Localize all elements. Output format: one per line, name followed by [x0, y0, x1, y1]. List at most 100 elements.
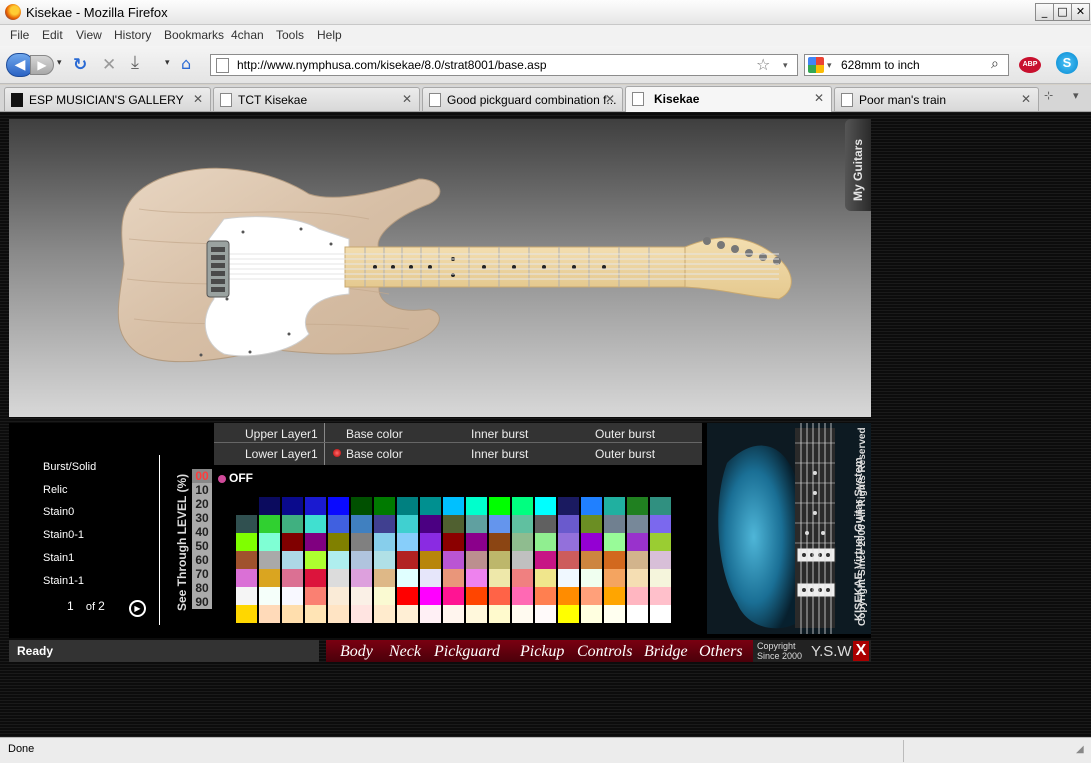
- color-swatch[interactable]: [328, 515, 349, 533]
- finish-stain1-1[interactable]: Stain1-1: [43, 575, 84, 587]
- resize-grip-icon[interactable]: ◢: [1076, 744, 1084, 755]
- google-icon[interactable]: [808, 57, 824, 73]
- level-10[interactable]: 10: [192, 483, 212, 497]
- download-icon[interactable]: ⤓: [131, 52, 139, 73]
- close-window-button[interactable]: ✕: [1071, 3, 1090, 21]
- search-bar[interactable]: ▾ 628mm to inch ⌕: [804, 54, 1009, 76]
- color-swatch[interactable]: [236, 551, 257, 569]
- color-swatch[interactable]: [627, 533, 648, 551]
- color-swatch[interactable]: [420, 587, 441, 605]
- color-swatch[interactable]: [259, 533, 280, 551]
- color-swatch[interactable]: [489, 533, 510, 551]
- color-swatch[interactable]: [305, 587, 326, 605]
- color-swatch[interactable]: [650, 533, 671, 551]
- finish-stain0-1[interactable]: Stain0-1: [43, 529, 84, 541]
- color-swatch[interactable]: [535, 605, 556, 623]
- color-swatch[interactable]: [581, 551, 602, 569]
- color-swatch[interactable]: [627, 497, 648, 515]
- color-swatch[interactable]: [305, 533, 326, 551]
- color-swatch[interactable]: [397, 605, 418, 623]
- color-swatch[interactable]: [604, 551, 625, 569]
- color-swatch[interactable]: [282, 497, 303, 515]
- close-tab-icon[interactable]: ✕: [193, 92, 203, 106]
- color-swatch[interactable]: [466, 533, 487, 551]
- color-swatch[interactable]: [489, 515, 510, 533]
- color-swatch[interactable]: [328, 551, 349, 569]
- color-swatch[interactable]: [397, 515, 418, 533]
- color-swatch[interactable]: [650, 515, 671, 533]
- color-swatch[interactable]: [627, 551, 648, 569]
- level-20[interactable]: 20: [192, 497, 212, 511]
- color-swatch[interactable]: [512, 551, 533, 569]
- color-swatch[interactable]: [282, 569, 303, 587]
- upper-inner-burst[interactable]: Inner burst: [471, 427, 528, 441]
- color-swatch[interactable]: [328, 569, 349, 587]
- color-swatch[interactable]: [351, 605, 372, 623]
- level-40[interactable]: 40: [192, 525, 212, 539]
- color-swatch[interactable]: [443, 533, 464, 551]
- color-swatch[interactable]: [604, 533, 625, 551]
- color-swatch[interactable]: [558, 515, 579, 533]
- color-swatch[interactable]: [604, 515, 625, 533]
- color-swatch[interactable]: [489, 551, 510, 569]
- download-dropdown-icon[interactable]: ▾: [165, 58, 170, 68]
- part-tab-pickup[interactable]: Pickup: [520, 643, 564, 661]
- next-page-button[interactable]: ▶: [129, 600, 146, 617]
- lower-base-color[interactable]: Base color: [346, 447, 403, 461]
- close-tab-icon[interactable]: ✕: [1021, 92, 1031, 106]
- color-swatch[interactable]: [489, 587, 510, 605]
- tab-kisekae[interactable]: Kisekae ✕: [625, 86, 832, 112]
- close-app-button[interactable]: X: [853, 641, 869, 661]
- finish-stain1[interactable]: Stain1: [43, 552, 74, 564]
- color-swatch[interactable]: [305, 497, 326, 515]
- color-swatch[interactable]: [466, 569, 487, 587]
- menu-tools[interactable]: Tools: [276, 28, 304, 42]
- level-00[interactable]: 00: [192, 469, 212, 483]
- minimize-button[interactable]: _: [1035, 3, 1054, 21]
- part-tab-others[interactable]: Others: [699, 643, 743, 661]
- color-swatch[interactable]: [627, 515, 648, 533]
- color-swatch[interactable]: [328, 605, 349, 623]
- color-swatch[interactable]: [236, 587, 257, 605]
- color-swatch[interactable]: [604, 605, 625, 623]
- color-swatch[interactable]: [259, 605, 280, 623]
- color-swatch[interactable]: [305, 605, 326, 623]
- color-swatch[interactable]: [305, 569, 326, 587]
- color-swatch[interactable]: [604, 569, 625, 587]
- close-tab-icon[interactable]: ✕: [402, 92, 412, 106]
- menu-help[interactable]: Help: [317, 28, 342, 42]
- bookmark-star-icon[interactable]: ☆: [756, 55, 770, 74]
- color-swatch[interactable]: [374, 533, 395, 551]
- list-all-tabs-icon[interactable]: ⊹: [1044, 89, 1053, 102]
- color-swatch[interactable]: [512, 497, 533, 515]
- adblock-icon[interactable]: ABP: [1019, 57, 1041, 73]
- color-swatch[interactable]: [374, 551, 395, 569]
- maximize-button[interactable]: □: [1053, 3, 1072, 21]
- color-swatch[interactable]: [558, 605, 579, 623]
- color-swatch[interactable]: [581, 515, 602, 533]
- part-tab-body[interactable]: Body: [340, 643, 373, 661]
- menu-bookmarks[interactable]: Bookmarks: [164, 28, 224, 42]
- color-swatch[interactable]: [443, 551, 464, 569]
- color-swatch[interactable]: [328, 533, 349, 551]
- color-swatch[interactable]: [282, 533, 303, 551]
- color-swatch[interactable]: [466, 515, 487, 533]
- upper-base-color[interactable]: Base color: [346, 427, 403, 441]
- history-dropdown-icon[interactable]: ▾: [57, 58, 62, 68]
- tab-esp-musicians-gallery[interactable]: ESP MUSICIAN'S GALLERY ✕: [4, 87, 211, 111]
- off-label[interactable]: OFF: [229, 471, 253, 485]
- tab-poor-mans-train[interactable]: Poor man's train ✕: [834, 87, 1039, 111]
- color-swatch[interactable]: [512, 533, 533, 551]
- search-icon[interactable]: ⌕: [991, 56, 999, 72]
- finish-burst-solid[interactable]: Burst/Solid: [43, 461, 96, 473]
- color-swatch[interactable]: [512, 587, 533, 605]
- color-swatch[interactable]: [558, 533, 579, 551]
- color-swatch[interactable]: [374, 497, 395, 515]
- color-swatch[interactable]: [443, 515, 464, 533]
- stop-icon[interactable]: ✕: [102, 55, 116, 75]
- color-swatch[interactable]: [282, 605, 303, 623]
- color-swatch[interactable]: [650, 587, 671, 605]
- color-swatch[interactable]: [374, 569, 395, 587]
- reload-icon[interactable]: ↻: [73, 55, 87, 75]
- home-icon[interactable]: ⌂: [181, 54, 191, 73]
